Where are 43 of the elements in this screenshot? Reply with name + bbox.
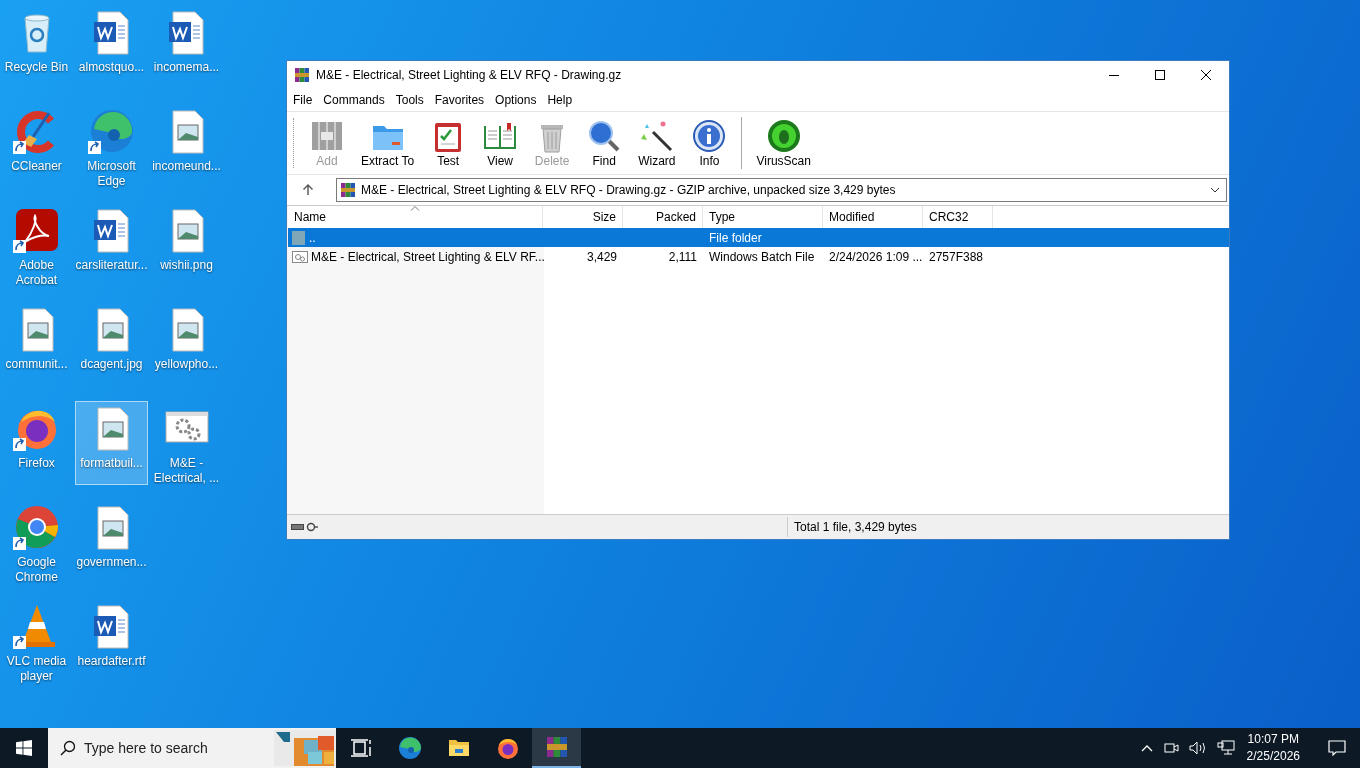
menu-item[interactable]: Commands [323,93,385,107]
firefox-icon [495,736,520,760]
maximize-icon[interactable] [1155,70,1165,80]
chevron-up-icon[interactable] [1140,744,1153,752]
clock-date[interactable]: 2/25/2026 [1246,748,1300,765]
edge-icon [397,736,422,760]
toolbar-button[interactable]: Extract To [353,118,423,168]
menu-item[interactable]: File [293,93,313,107]
toolbar-button[interactable]: Find [578,118,631,168]
window-title: M&E - Electrical, Street Lighting & ELV RFQ - Drawing.gz [316,68,622,82]
start-icon[interactable] [16,740,32,756]
dropdown-caret-icon[interactable] [1210,187,1220,193]
toolbar-button[interactable]: VirusScan [748,118,819,168]
archive-icon [340,182,356,198]
file-row[interactable]: .. File folder [288,228,1229,247]
folder-icon [292,229,306,246]
status-text: Total 1 file, 3,429 bytes [787,517,917,537]
camera-icon[interactable] [1162,741,1179,755]
menu-item[interactable]: Tools [395,93,424,107]
taskbar-app[interactable] [532,728,581,768]
address-field[interactable]: M&E - Electrical, Street Lighting & ELV RFQ - Drawing.gz - GZIP archive, unpacked size 3,429 bytes [336,178,1227,202]
toolbar-button[interactable]: Test [422,118,475,168]
gears-file-icon [292,249,308,264]
drive-key-icon[interactable] [291,522,319,532]
search-icon[interactable] [60,740,76,756]
clock-time[interactable]: 10:07 PM [1247,731,1299,748]
sort-caret-icon [410,206,420,211]
volume-icon[interactable] [1188,741,1207,755]
up-arrow-icon[interactable] [302,184,314,196]
toolbar-button[interactable]: Wizard [630,118,684,168]
close-icon[interactable] [1201,70,1211,80]
task-view-icon [348,736,373,760]
menu-item[interactable]: Favorites [434,93,485,107]
archive-icon [544,735,569,759]
toolbar-button[interactable]: View [474,118,527,168]
info-icon [691,118,728,154]
network-icon[interactable] [1216,740,1235,756]
archive-icon [294,67,310,83]
menu-item[interactable]: Options [495,93,537,107]
file-row[interactable]: M&E - Electrical, Street Lighting & ELV RF... 3,429 2,111 Windows Batch File 2/24/2026 1:09 ... 2757F388 [288,247,1229,266]
notification-icon[interactable] [1328,740,1346,756]
menu-item[interactable]: Help [547,93,573,107]
toolbar-button[interactable]: Info [683,118,736,168]
